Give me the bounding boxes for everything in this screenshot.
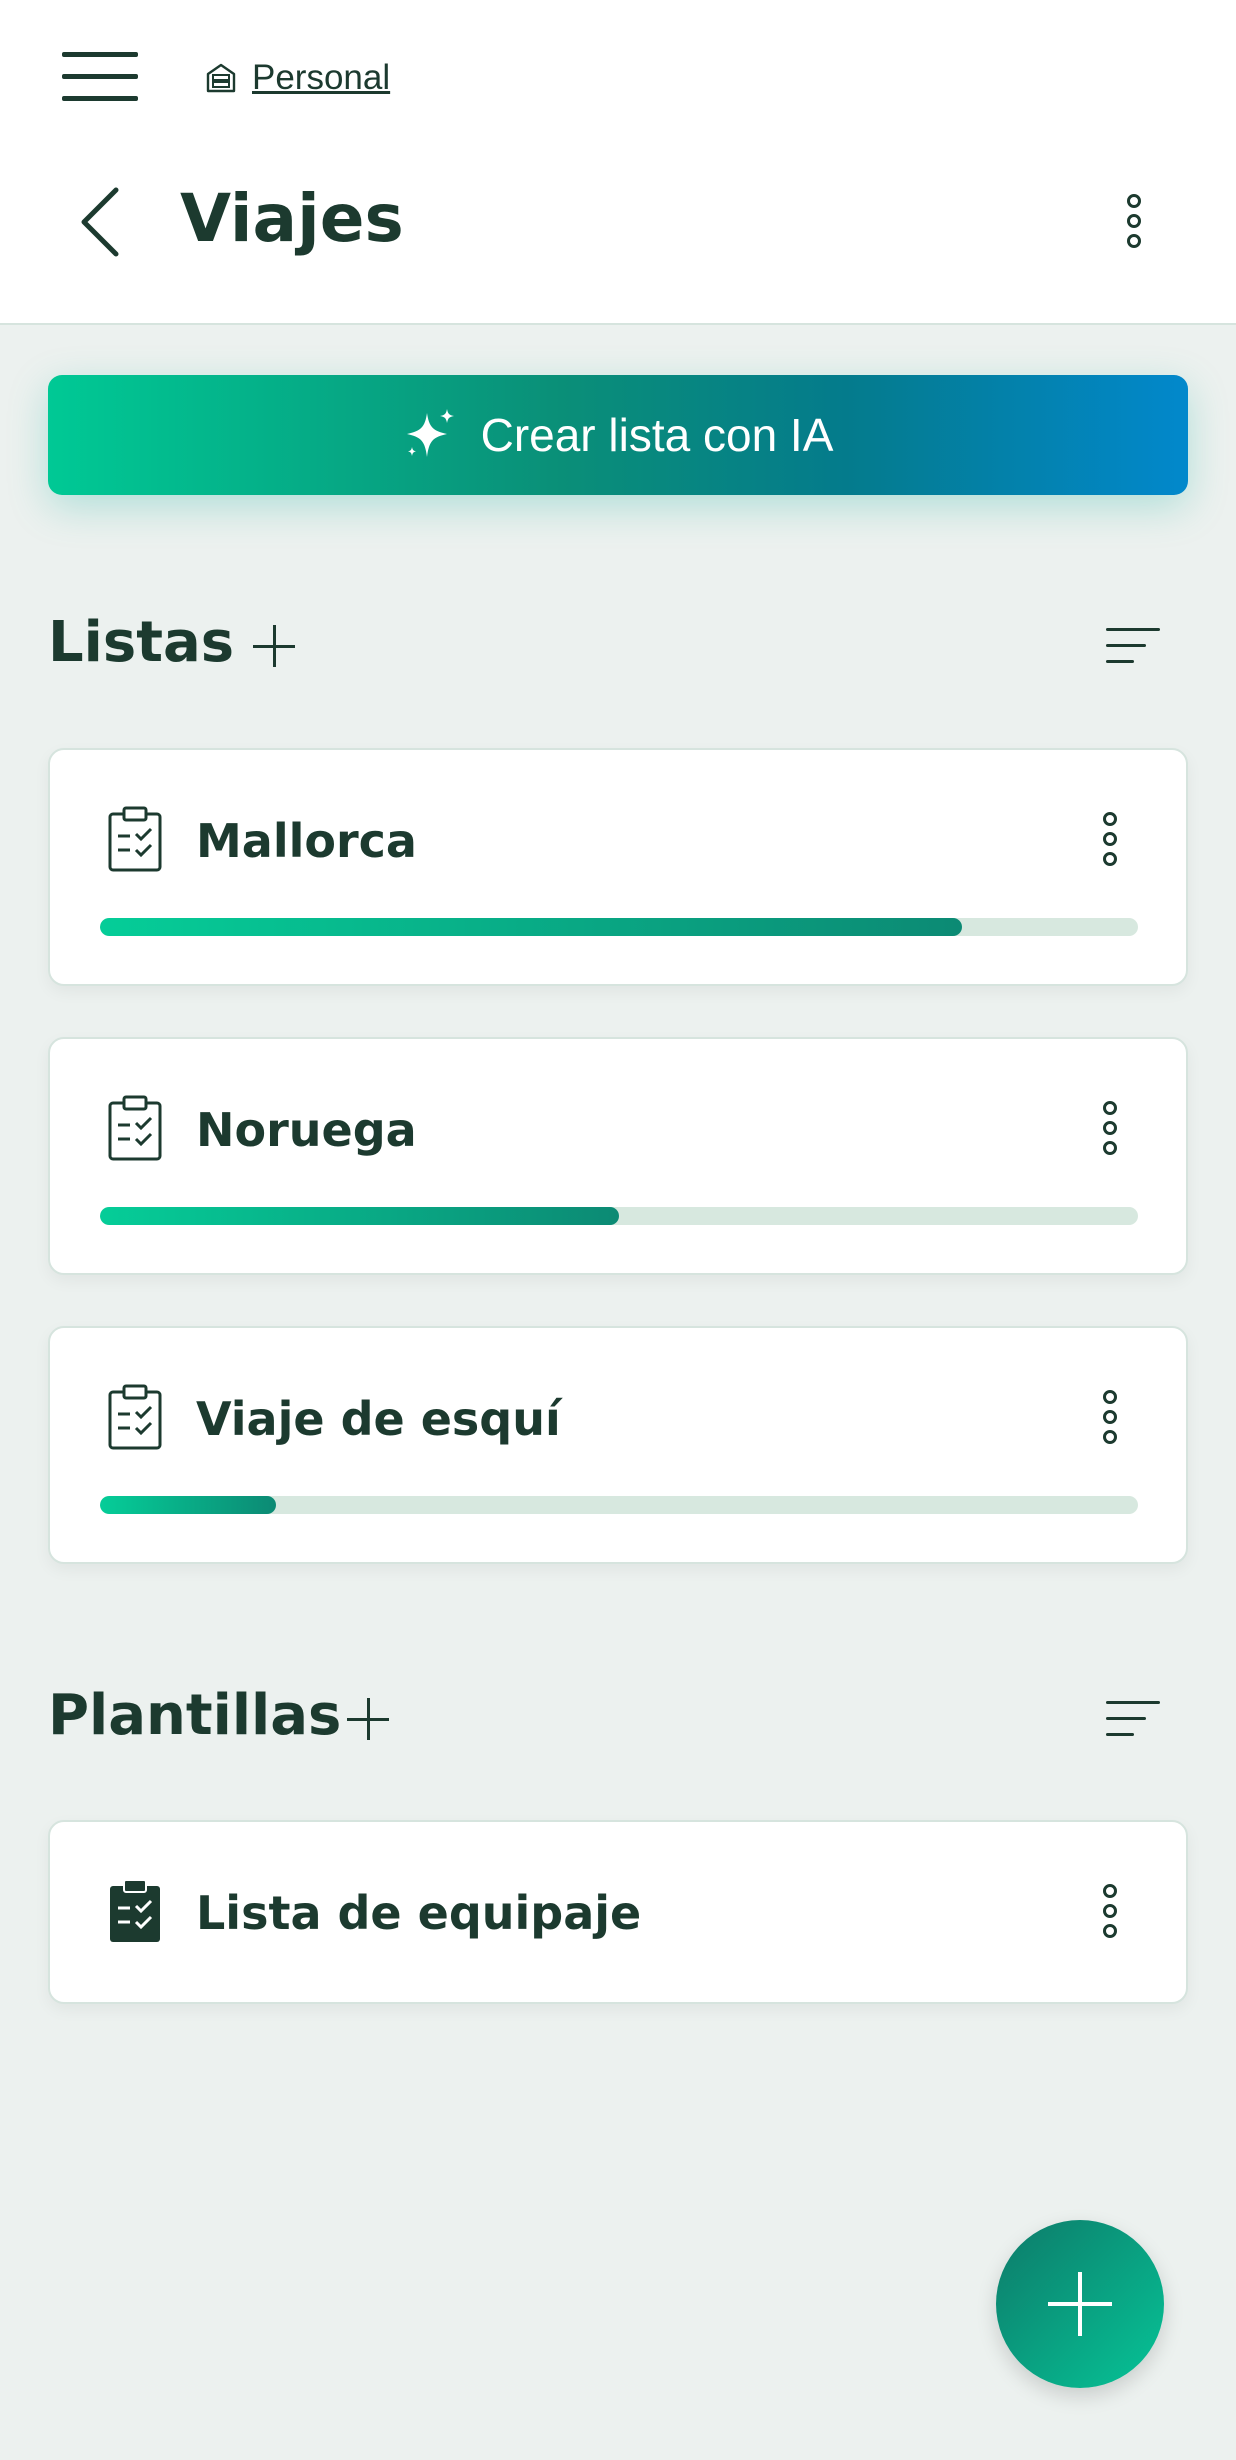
list-progress-bar — [100, 918, 1138, 936]
list-progress-bar — [100, 1207, 1138, 1225]
add-list-icon[interactable] — [253, 625, 295, 667]
list-name: Mallorca — [196, 814, 417, 868]
page-title: Viajes — [180, 180, 404, 257]
checklist-icon — [108, 1095, 162, 1161]
templates-section-title: Plantillas — [48, 1683, 342, 1748]
list-more-options-icon[interactable] — [1090, 1101, 1130, 1155]
add-template-icon[interactable] — [347, 1698, 389, 1740]
list-card[interactable]: Noruega — [48, 1037, 1188, 1275]
page-more-options-icon[interactable] — [1114, 194, 1154, 248]
list-progress-fill — [100, 1496, 277, 1514]
create-list-ai-button[interactable]: Crear lista con IA — [48, 375, 1188, 495]
sparkles-icon — [406, 409, 454, 457]
list-progress-bar — [100, 1496, 1138, 1514]
sort-templates-icon[interactable] — [1106, 1699, 1162, 1739]
app-header: Personal Viajes — [0, 0, 1236, 325]
list-name: Noruega — [196, 1103, 417, 1157]
breadcrumb-label[interactable]: Personal — [252, 58, 390, 98]
add-fab-button[interactable] — [996, 2220, 1164, 2388]
template-name: Lista de equipaje — [196, 1886, 642, 1940]
list-card[interactable]: Mallorca — [48, 748, 1188, 986]
list-more-options-icon[interactable] — [1090, 812, 1130, 866]
list-more-options-icon[interactable] — [1090, 1390, 1130, 1444]
workspace-icon — [206, 63, 236, 93]
checklist-icon — [108, 1384, 162, 1450]
list-progress-fill — [100, 918, 962, 936]
template-more-options-icon[interactable] — [1090, 1884, 1130, 1938]
lists-section-title: Listas — [48, 610, 235, 675]
create-list-ai-label: Crear lista con IA — [480, 409, 834, 461]
list-progress-fill — [100, 1207, 619, 1225]
list-name: Viaje de esquí — [196, 1392, 561, 1446]
template-checklist-icon — [110, 1879, 160, 1942]
checklist-icon — [108, 806, 162, 872]
back-arrow-icon[interactable] — [70, 182, 130, 262]
breadcrumb[interactable]: Personal — [204, 58, 390, 98]
hamburger-menu-icon[interactable] — [62, 52, 138, 102]
sort-lists-icon[interactable] — [1106, 626, 1162, 666]
list-card[interactable]: Viaje de esquí — [48, 1326, 1188, 1564]
template-card[interactable]: Lista de equipaje — [48, 1820, 1188, 2004]
